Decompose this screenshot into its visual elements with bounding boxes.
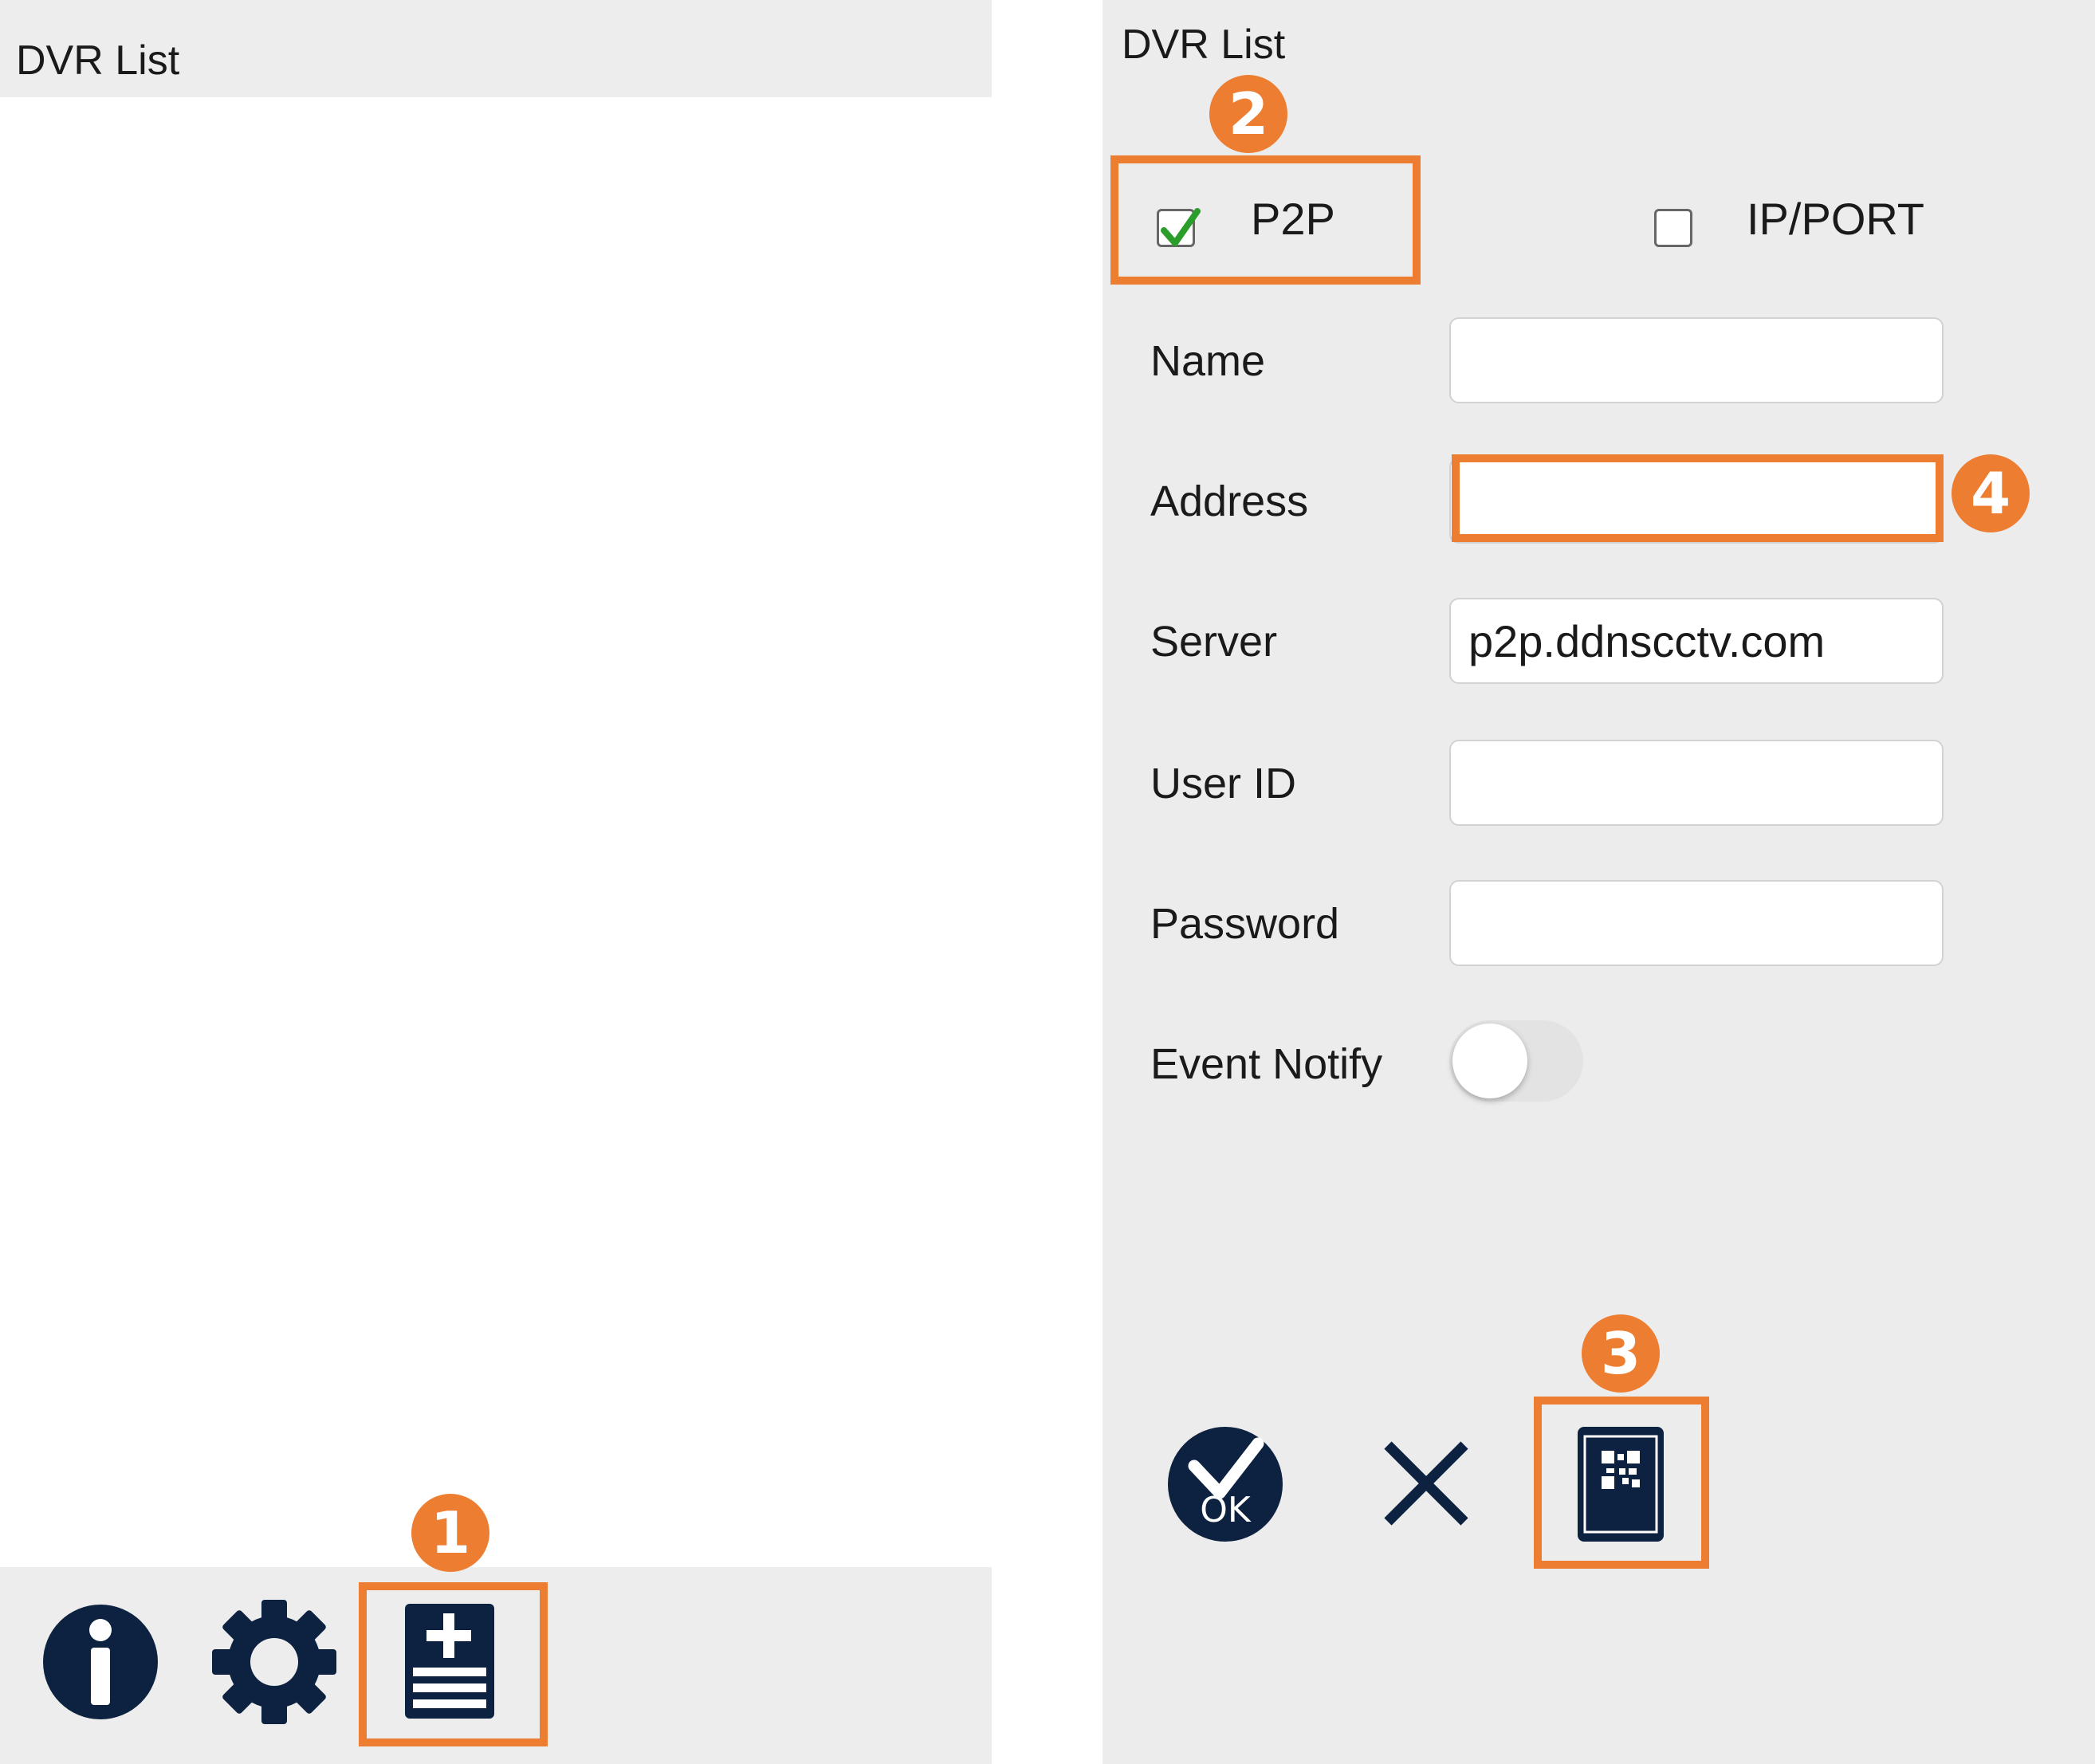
server-input[interactable] — [1449, 598, 1944, 684]
ip-port-checkbox[interactable] — [1654, 209, 1692, 247]
settings-button[interactable] — [211, 1599, 337, 1725]
name-label: Name — [1150, 337, 1266, 385]
user-id-input[interactable] — [1449, 740, 1944, 826]
page-title: DVR List — [16, 37, 180, 84]
step-badge-2: 2 — [1209, 75, 1287, 153]
checkmark-icon — [1161, 208, 1201, 246]
add-device-icon — [405, 1604, 494, 1719]
toggle-knob — [1452, 1023, 1527, 1098]
step-badge-4: 4 — [1952, 454, 2030, 532]
event-notify-label: Event Notify — [1150, 1040, 1383, 1088]
add-dvr-screen: DVR List P2P IP/PORT Name Address Server… — [1103, 0, 2095, 1764]
address-input[interactable] — [1449, 458, 1944, 544]
ip-port-label[interactable]: IP/PORT — [1747, 194, 1924, 245]
info-icon — [43, 1605, 158, 1719]
password-input[interactable] — [1449, 880, 1944, 966]
ok-button[interactable]: OK — [1167, 1426, 1283, 1542]
name-input[interactable] — [1449, 317, 1944, 403]
cancel-button[interactable] — [1382, 1439, 1471, 1528]
step-badge-1: 1 — [411, 1494, 489, 1572]
gear-icon — [212, 1600, 336, 1724]
password-label: Password — [1150, 900, 1340, 948]
page-title: DVR List — [1122, 22, 1286, 68]
bottom-toolbar — [0, 1567, 992, 1764]
ok-label: OK — [1200, 1490, 1251, 1530]
add-device-button[interactable] — [405, 1604, 494, 1719]
server-label: Server — [1150, 618, 1278, 666]
p2p-checkbox[interactable] — [1157, 208, 1201, 247]
address-label: Address — [1150, 477, 1309, 525]
header-bar: DVR List — [0, 0, 992, 97]
info-button[interactable] — [41, 1603, 159, 1721]
event-notify-toggle[interactable] — [1449, 1020, 1583, 1102]
user-id-label: User ID — [1150, 760, 1297, 807]
qr-scan-icon — [1578, 1427, 1664, 1542]
close-icon — [1384, 1441, 1468, 1526]
dvr-list-screen: DVR List 1 — [0, 0, 992, 1764]
step-badge-3: 3 — [1582, 1314, 1660, 1393]
p2p-label[interactable]: P2P — [1251, 194, 1335, 245]
qr-scan-button[interactable] — [1578, 1427, 1664, 1542]
